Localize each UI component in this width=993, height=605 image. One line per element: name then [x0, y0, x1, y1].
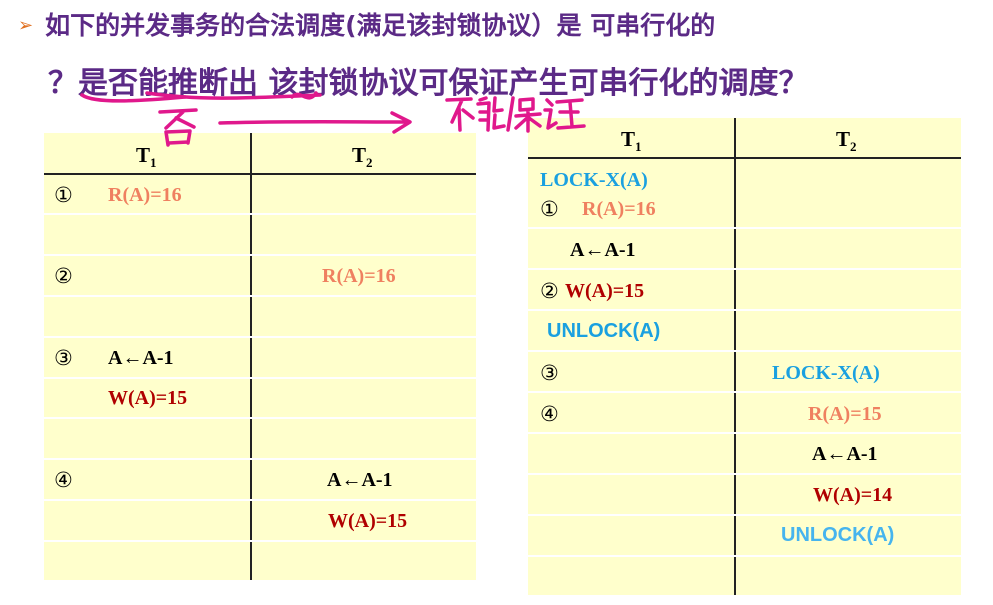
t2-read-a: R(A)=15 [808, 403, 882, 425]
header-t1-label: T [621, 127, 636, 151]
t2-read-a: R(A)=16 [322, 265, 396, 287]
column-divider [734, 118, 736, 595]
column-divider [250, 133, 252, 580]
arrow-icon [218, 111, 412, 134]
t2-write-a: W(A)=15 [328, 510, 408, 532]
t1-read-a: R(A)=16 [582, 198, 656, 220]
t1-unlock: UNLOCK(A) [547, 320, 661, 342]
t1-decrement: A←A-1 [108, 347, 174, 369]
header-divider [44, 173, 476, 175]
header-t2-sub: 2 [366, 155, 373, 171]
row-divider [528, 350, 961, 352]
row-divider [44, 295, 476, 297]
row-divider [528, 268, 961, 270]
step-3-marker: ③ [540, 361, 559, 385]
header-t2-sub: 2 [850, 139, 857, 155]
step-4-marker: ④ [540, 402, 559, 426]
title-line-2: ？是否能推断出 该封锁协议可保证产生可串行化的调度？ [48, 66, 809, 101]
t2-decrement: A←A-1 [812, 443, 878, 465]
row-divider [44, 540, 476, 542]
row-divider [528, 227, 961, 229]
t2-write-a: W(A)=14 [813, 484, 893, 506]
title-line-1: ➢ 如下的并发事务的合法调度(满足该封锁协议）是 可串行化的 [18, 6, 715, 42]
row-divider [44, 213, 476, 215]
title-line-1-text: 如下的并发事务的合法调度(满足该封锁协议）是 可串行化的 [45, 11, 716, 40]
row-divider [528, 391, 961, 393]
row-divider [528, 473, 961, 475]
header-t2-label: T [352, 143, 367, 167]
header-t1-sub: 1 [150, 155, 157, 171]
arrow-bullet-icon: ➢ [18, 15, 34, 36]
t1-decrement: A←A-1 [570, 239, 636, 261]
step-1-marker: ① [54, 183, 73, 207]
row-divider [44, 336, 476, 338]
row-divider [44, 499, 476, 501]
step-1-marker: ① [540, 197, 559, 221]
t1-lock-x: LOCK-X(A) [540, 169, 648, 191]
step-4-marker: ④ [54, 468, 73, 492]
header-t1-label: T [136, 143, 151, 167]
row-divider [528, 555, 961, 557]
t1-write-a: W(A)=15 [565, 280, 645, 302]
step-2-marker: ② [54, 264, 73, 288]
row-divider [528, 514, 961, 516]
row-divider [44, 377, 476, 379]
row-divider [528, 432, 961, 434]
header-divider [528, 157, 961, 159]
right-schedule-table: T1 T2 LOCK-X(A) ① R(A)=16 A←A-1 ② W(A)=1… [528, 118, 961, 595]
header-t1: T1 [136, 143, 157, 171]
t1-write-a: W(A)=15 [108, 387, 188, 409]
header-t2: T2 [352, 143, 373, 171]
t1-read-a: R(A)=16 [108, 184, 182, 206]
row-divider [44, 254, 476, 256]
header-t1-sub: 1 [635, 139, 642, 155]
t2-decrement: A←A-1 [327, 469, 393, 491]
header-t1: T1 [621, 127, 642, 155]
row-divider [528, 309, 961, 311]
step-2-marker: ② [540, 279, 559, 303]
step-3-marker: ③ [54, 346, 73, 370]
t2-unlock: UNLOCK(A) [781, 524, 895, 546]
header-t2-label: T [836, 127, 851, 151]
row-divider [44, 417, 476, 419]
header-t2: T2 [836, 127, 857, 155]
left-schedule-table: T1 T2 ① R(A)=16 ② R(A)=16 ③ A←A-1 W(A)=1… [44, 133, 476, 580]
t2-lock-x: LOCK-X(A) [772, 362, 880, 384]
row-divider [44, 458, 476, 460]
